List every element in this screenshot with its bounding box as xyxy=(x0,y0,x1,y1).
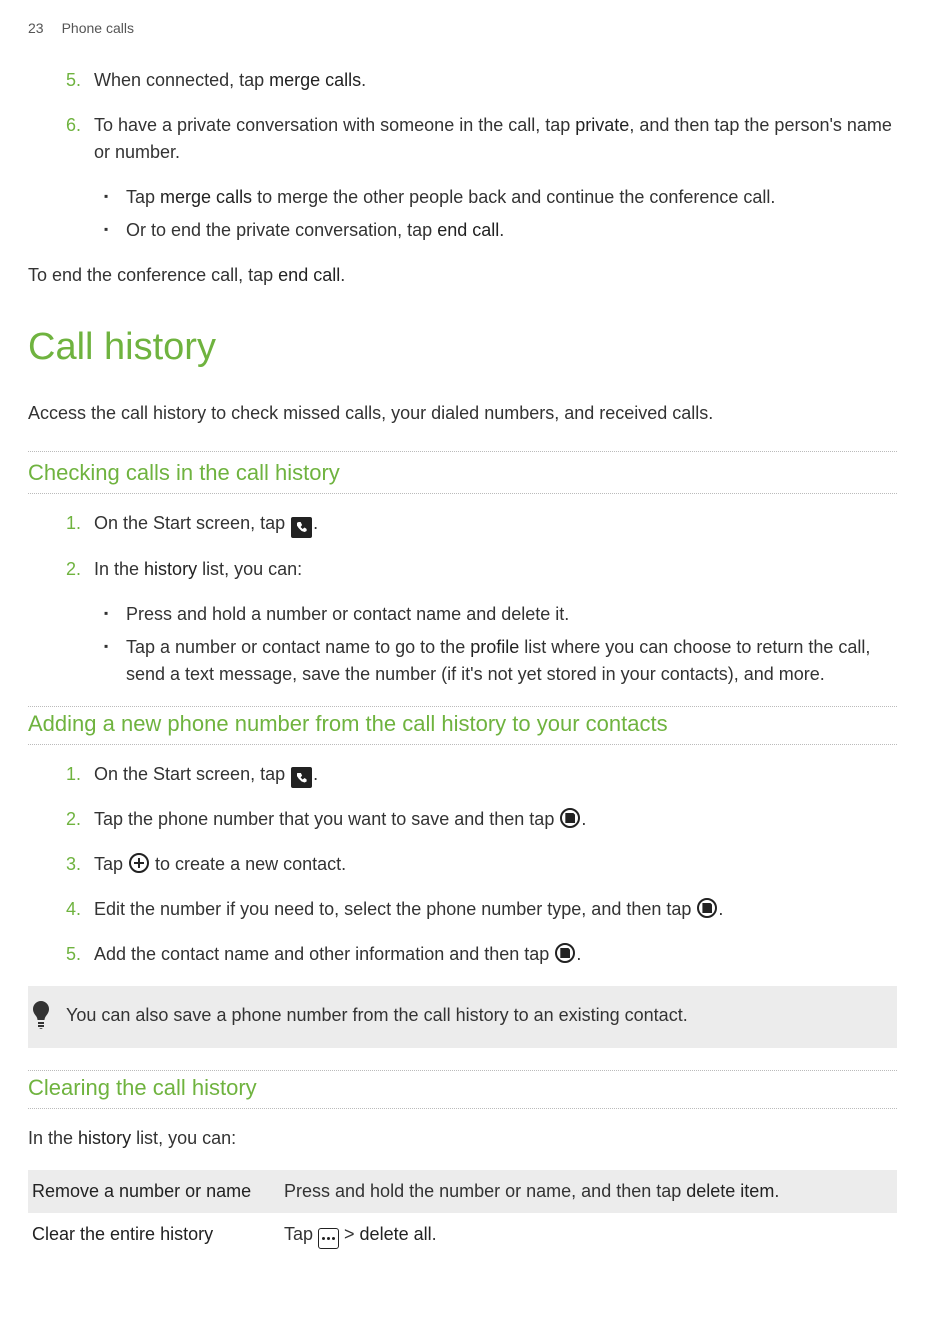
bullet-icon: ▪ xyxy=(104,217,126,244)
check-step-1: 1. On the Start screen, tap . xyxy=(28,510,897,538)
section-name: Phone calls xyxy=(62,18,134,39)
table-value: Press and hold the number or name, and t… xyxy=(280,1170,897,1213)
page-header: 23 Phone calls xyxy=(28,18,897,39)
save-icon xyxy=(697,898,717,918)
add-step-5: 5. Add the contact name and other inform… xyxy=(28,941,897,968)
plus-icon xyxy=(129,853,149,873)
step-number: 5. xyxy=(66,941,94,968)
step-text: On the Start screen, tap . xyxy=(94,761,897,789)
tip-text: You can also save a phone number from th… xyxy=(66,1000,887,1029)
table-label: Clear the entire history xyxy=(28,1213,280,1257)
heading-clearing-history: Clearing the call history xyxy=(28,1070,897,1109)
step-text: When connected, tap merge calls. xyxy=(94,67,897,94)
phone-tile-icon xyxy=(291,517,312,538)
call-history-intro: Access the call history to check missed … xyxy=(28,400,897,427)
step-5: 5. When connected, tap merge calls. xyxy=(28,67,897,94)
step-6-sublist: ▪ Tap merge calls to merge the other peo… xyxy=(28,184,897,244)
step-text: In the history list, you can: xyxy=(94,556,897,583)
phone-tile-icon xyxy=(291,767,312,788)
more-icon xyxy=(318,1228,339,1249)
heading-call-history: Call history xyxy=(28,319,897,376)
step-text: On the Start screen, tap . xyxy=(94,510,897,538)
bullet-icon: ▪ xyxy=(104,184,126,211)
table-value: Tap > delete all. xyxy=(280,1213,897,1257)
step-number: 1. xyxy=(66,761,94,789)
page-number: 23 xyxy=(28,18,44,39)
bullet-icon: ▪ xyxy=(104,601,126,628)
step-text: To have a private conversation with some… xyxy=(94,112,897,166)
add-step-2: 2. Tap the phone number that you want to… xyxy=(28,806,897,833)
step-text: Add the contact name and other informati… xyxy=(94,941,897,968)
check-sublist: ▪ Press and hold a number or contact nam… xyxy=(28,601,897,688)
table-row: Remove a number or name Press and hold t… xyxy=(28,1170,897,1213)
step-number: 5. xyxy=(66,67,94,94)
step-number: 6. xyxy=(66,112,94,166)
save-icon xyxy=(555,943,575,963)
step-number: 4. xyxy=(66,896,94,923)
step-number: 3. xyxy=(66,851,94,878)
list-item: ▪ Tap merge calls to merge the other peo… xyxy=(104,184,897,211)
step-number: 2. xyxy=(66,556,94,583)
table-row: Clear the entire history Tap > delete al… xyxy=(28,1213,897,1257)
list-item: ▪ Or to end the private conversation, ta… xyxy=(104,217,897,244)
step-text: Tap to create a new contact. xyxy=(94,851,897,878)
list-item: ▪ Press and hold a number or contact nam… xyxy=(104,601,897,628)
step-6: 6. To have a private conversation with s… xyxy=(28,112,897,166)
check-step-2: 2. In the history list, you can: xyxy=(28,556,897,583)
list-item: ▪ Tap a number or contact name to go to … xyxy=(104,634,897,688)
table-label: Remove a number or name xyxy=(28,1170,280,1213)
heading-checking-calls: Checking calls in the call history xyxy=(28,451,897,494)
save-icon xyxy=(560,808,580,828)
lightbulb-icon xyxy=(30,1000,52,1034)
step-number: 1. xyxy=(66,510,94,538)
step-number: 2. xyxy=(66,806,94,833)
add-step-4: 4. Edit the number if you need to, selec… xyxy=(28,896,897,923)
end-conference-text: To end the conference call, tap end call… xyxy=(28,262,897,289)
clear-history-table: Remove a number or name Press and hold t… xyxy=(28,1170,897,1257)
add-step-1: 1. On the Start screen, tap . xyxy=(28,761,897,789)
step-text: Edit the number if you need to, select t… xyxy=(94,896,897,923)
heading-adding-number: Adding a new phone number from the call … xyxy=(28,706,897,745)
clear-intro: In the history list, you can: xyxy=(28,1125,897,1152)
step-text: Tap the phone number that you want to sa… xyxy=(94,806,897,833)
add-step-3: 3. Tap to create a new contact. xyxy=(28,851,897,878)
tip-box: You can also save a phone number from th… xyxy=(28,986,897,1048)
bullet-icon: ▪ xyxy=(104,634,126,688)
